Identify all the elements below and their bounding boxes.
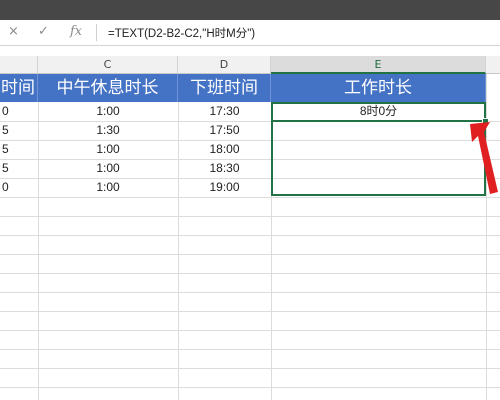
column-header-b[interactable] bbox=[0, 56, 38, 74]
cell-c6[interactable]: 1:00 bbox=[38, 178, 178, 197]
header-cell-d[interactable]: 下班时间 bbox=[178, 74, 271, 102]
column-header-d[interactable]: D bbox=[178, 56, 271, 74]
cell-d4[interactable]: 18:00 bbox=[178, 140, 271, 159]
cell-d5[interactable]: 18:30 bbox=[178, 159, 271, 178]
cell-b3[interactable]: 5 bbox=[2, 121, 9, 140]
grid-line bbox=[0, 368, 500, 369]
grid-line bbox=[0, 197, 500, 198]
column-header-e[interactable]: E bbox=[271, 56, 486, 74]
cell-d6[interactable]: 19:00 bbox=[178, 178, 271, 197]
red-arrow-icon bbox=[470, 122, 498, 194]
column-header-c[interactable]: C bbox=[38, 56, 178, 74]
cell-c3[interactable]: 1:30 bbox=[38, 121, 178, 140]
enter-icon[interactable]: ✓ bbox=[38, 24, 49, 40]
grid-line bbox=[0, 273, 500, 274]
cell-c4[interactable]: 1:00 bbox=[38, 140, 178, 159]
grid-line bbox=[0, 330, 500, 331]
grid-line bbox=[0, 254, 500, 255]
cell-d3[interactable]: 17:50 bbox=[178, 121, 271, 140]
cell-c5[interactable]: 1:00 bbox=[38, 159, 178, 178]
cell-b2[interactable]: 0 bbox=[2, 102, 9, 121]
toolbar-gap bbox=[0, 46, 500, 56]
grid-line bbox=[0, 311, 500, 312]
formula-input[interactable]: =TEXT(D2-B2-C2,"H时M分") bbox=[108, 25, 255, 41]
cell-d2[interactable]: 17:30 bbox=[178, 102, 271, 121]
header-cell-c[interactable]: 中午休息时长 bbox=[38, 74, 178, 102]
grid-line bbox=[0, 387, 500, 388]
cell-b6[interactable]: 0 bbox=[2, 178, 9, 197]
grid-line bbox=[0, 216, 500, 217]
formula-separator bbox=[96, 24, 97, 41]
grid-line bbox=[0, 292, 500, 293]
cell-c2[interactable]: 1:00 bbox=[38, 102, 178, 121]
cell-b5[interactable]: 5 bbox=[2, 159, 9, 178]
grid-line bbox=[0, 349, 500, 350]
header-cell-b[interactable]: 时间 bbox=[0, 74, 38, 102]
fx-icon[interactable]: fx bbox=[70, 24, 82, 40]
cancel-icon[interactable]: × bbox=[8, 24, 19, 40]
selection-range bbox=[271, 102, 486, 196]
window-top-bar bbox=[0, 0, 500, 20]
header-cell-e[interactable]: 工作时长 bbox=[271, 74, 486, 102]
formula-bar: × ✓ fx =TEXT(D2-B2-C2,"H时M分") bbox=[0, 20, 500, 46]
cell-b4[interactable]: 5 bbox=[2, 140, 9, 159]
grid-line bbox=[0, 235, 500, 236]
active-cell-border bbox=[271, 120, 486, 122]
column-header-f[interactable] bbox=[486, 56, 500, 74]
